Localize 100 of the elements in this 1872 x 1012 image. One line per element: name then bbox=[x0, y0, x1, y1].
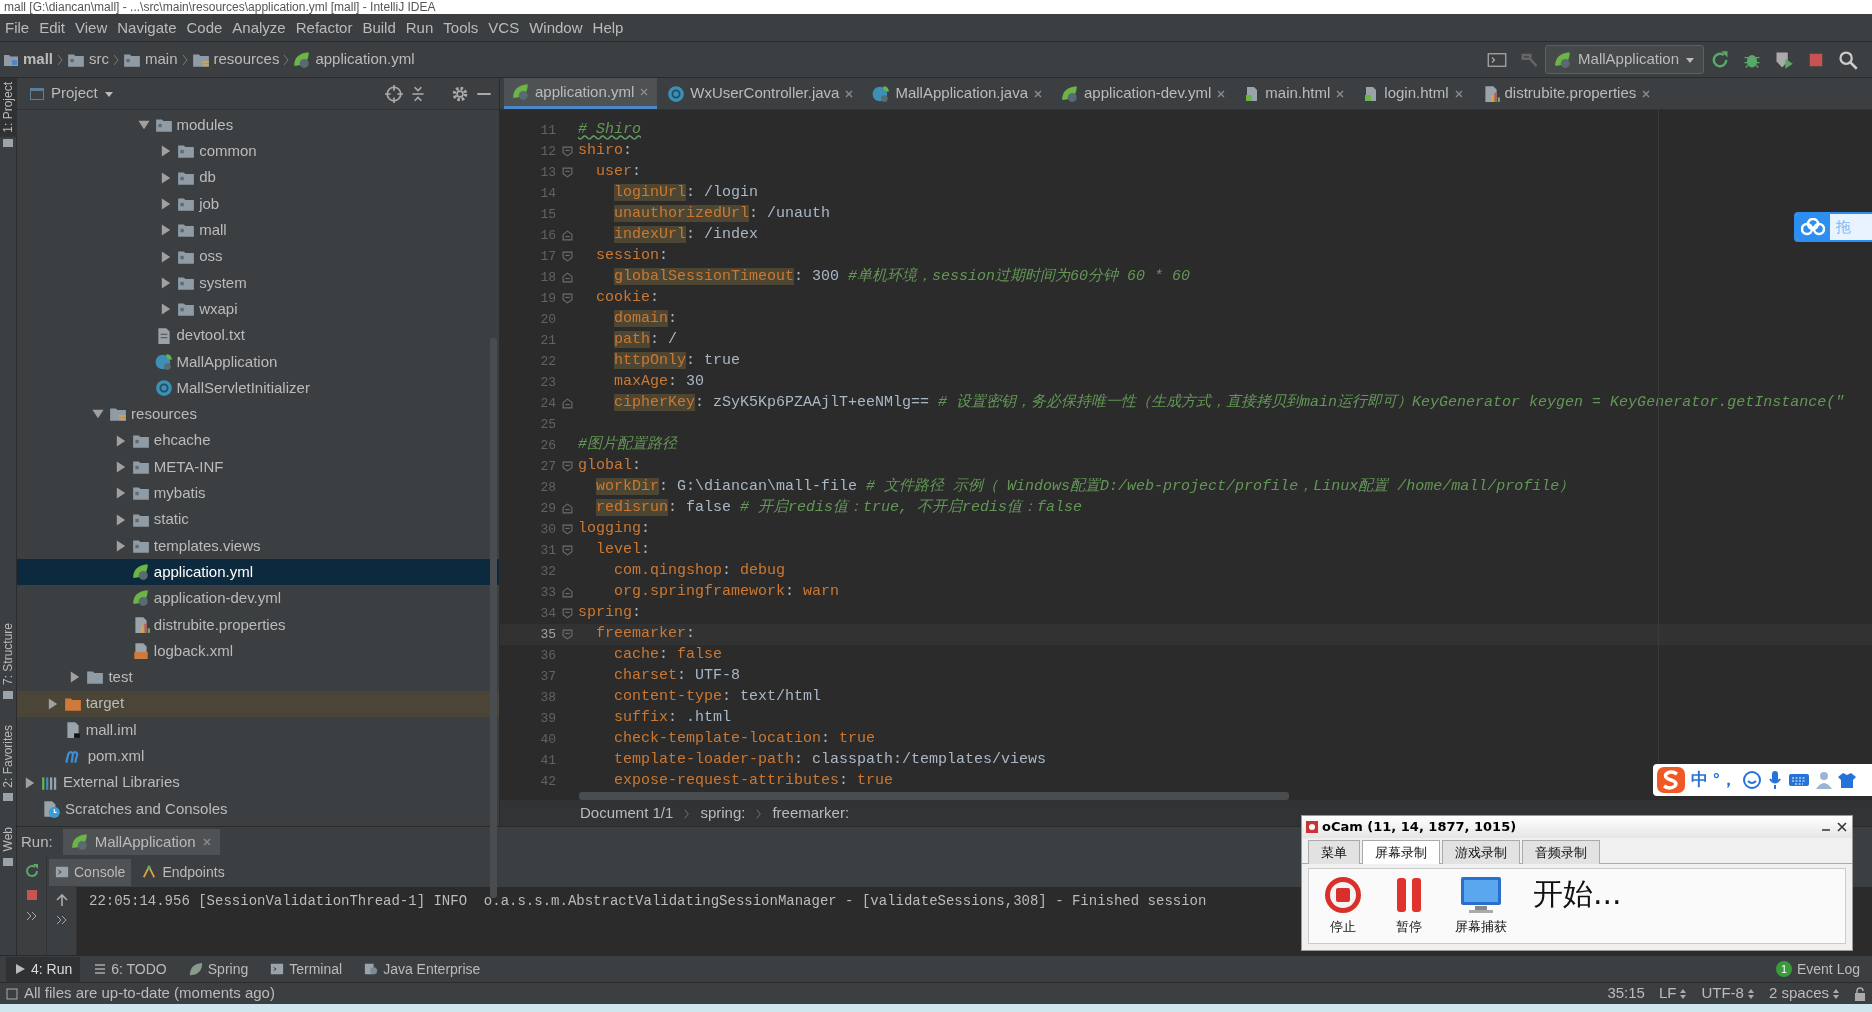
tree-item[interactable]: modules bbox=[17, 112, 499, 139]
fold-marker-icon[interactable] bbox=[561, 587, 573, 598]
lock-icon[interactable] bbox=[1854, 986, 1866, 1001]
run-config-dropdown[interactable]: MallApplication bbox=[1545, 45, 1704, 74]
collapse-icon[interactable] bbox=[409, 84, 427, 103]
event-log-button[interactable]: 1 Event Log bbox=[1769, 957, 1866, 981]
rerun-icon[interactable] bbox=[23, 863, 40, 879]
tool-window-tab[interactable]: Java Enterprise bbox=[356, 956, 489, 982]
menu-item[interactable]: Code bbox=[181, 14, 228, 41]
ime-toggle[interactable]: 中 bbox=[1691, 767, 1708, 793]
editor-tab[interactable]: MallApplication.java bbox=[864, 78, 1051, 109]
tree-item[interactable]: META-INF bbox=[17, 453, 499, 481]
menu-item[interactable]: Refactor bbox=[290, 14, 358, 41]
menu-item[interactable]: Analyze bbox=[227, 14, 291, 41]
record-button[interactable]: 暂停 bbox=[1389, 875, 1429, 937]
panel-icon[interactable] bbox=[2, 688, 14, 701]
fold-marker-icon[interactable] bbox=[561, 545, 573, 556]
shirt-icon[interactable] bbox=[1837, 771, 1856, 789]
breadcrumb-item[interactable]: src bbox=[64, 48, 112, 71]
crosshair-icon[interactable] bbox=[385, 84, 403, 103]
tool-window-tab[interactable]: 4: Run bbox=[6, 956, 81, 982]
fold-marker-icon[interactable] bbox=[561, 293, 573, 304]
tool-window-tab[interactable]: 6: TODO bbox=[86, 956, 175, 982]
up-arrow-icon[interactable] bbox=[54, 893, 69, 907]
menu-item[interactable]: Run bbox=[400, 14, 439, 41]
fold-marker-icon[interactable] bbox=[561, 272, 573, 283]
side-tab[interactable]: 7: Structure bbox=[0, 618, 17, 689]
tree-item[interactable]: job bbox=[17, 190, 499, 218]
tree-item[interactable]: resources bbox=[17, 401, 499, 428]
cursor-position[interactable]: 35:15 bbox=[1607, 982, 1645, 1005]
fold-marker-icon[interactable] bbox=[561, 167, 573, 178]
tree-item[interactable]: pom.xml bbox=[17, 743, 499, 770]
square-icon[interactable] bbox=[6, 987, 18, 1000]
tree-item[interactable]: mall.iml bbox=[17, 716, 499, 744]
fold-marker-icon[interactable] bbox=[561, 629, 573, 640]
encoding-selector[interactable]: UTF-8 bbox=[1701, 982, 1755, 1005]
fold-marker-icon[interactable] bbox=[561, 503, 573, 514]
panel-icon[interactable] bbox=[2, 855, 14, 868]
swoosh-logo-icon[interactable] bbox=[1656, 766, 1686, 794]
microphone-icon[interactable] bbox=[1766, 770, 1783, 790]
menu-item[interactable]: Window bbox=[524, 14, 588, 41]
breadcrumb-item[interactable]: main bbox=[120, 48, 181, 71]
editor-tab[interactable]: login.html bbox=[1355, 78, 1472, 109]
fold-marker-icon[interactable] bbox=[561, 461, 573, 472]
side-tab[interactable]: 2: Favorites bbox=[0, 720, 17, 792]
tree-item[interactable]: devtool.txt bbox=[17, 322, 499, 349]
tree-item[interactable]: mybatis bbox=[17, 480, 499, 507]
tree-item[interactable]: system bbox=[17, 269, 499, 297]
editor-tab[interactable]: main.html bbox=[1236, 78, 1354, 109]
tree-item[interactable]: wxapi bbox=[17, 296, 499, 323]
tree-item[interactable]: templates.views bbox=[17, 532, 499, 560]
menu-item[interactable]: Edit bbox=[34, 14, 71, 41]
search-icon[interactable] bbox=[1838, 49, 1858, 70]
tab[interactable]: 菜单 bbox=[1308, 839, 1360, 864]
indent-selector[interactable]: 2 spaces bbox=[1768, 982, 1840, 1005]
tree-item[interactable]: distrubite.properties bbox=[17, 611, 499, 638]
tab[interactable]: 音频录制 bbox=[1522, 839, 1600, 864]
smiley-icon[interactable] bbox=[1741, 770, 1762, 790]
menu-item[interactable]: View bbox=[70, 14, 113, 41]
editor-tab[interactable]: application.yml bbox=[504, 78, 658, 109]
breadcrumb-item[interactable]: freemarker: bbox=[772, 802, 850, 825]
menu-item[interactable]: Tools bbox=[438, 14, 484, 41]
fold-marker-icon[interactable] bbox=[561, 524, 573, 535]
tree-item[interactable]: External Libraries bbox=[17, 769, 499, 796]
line-separator-selector[interactable]: LF bbox=[1658, 982, 1688, 1005]
breadcrumb-item[interactable]: Document 1/1 bbox=[580, 802, 674, 825]
tree-item[interactable]: target bbox=[17, 690, 499, 717]
tool-window-tab[interactable]: Spring bbox=[180, 956, 257, 982]
tree-item[interactable]: ehcache bbox=[17, 427, 499, 454]
fold-marker-icon[interactable] bbox=[561, 398, 573, 409]
console-tab[interactable]: Endpoints bbox=[135, 858, 231, 886]
fold-marker-icon[interactable] bbox=[561, 251, 573, 262]
editor-tab[interactable]: distrubite.properties bbox=[1473, 78, 1660, 109]
panel-icon[interactable] bbox=[2, 791, 14, 804]
tree-item[interactable]: static bbox=[17, 506, 499, 533]
breadcrumb-item[interactable]: spring: bbox=[700, 802, 746, 825]
tree-item[interactable]: mall bbox=[17, 217, 499, 244]
editor-tab[interactable]: WxUserController.java bbox=[659, 78, 863, 109]
breadcrumb-item[interactable]: resources bbox=[188, 48, 283, 71]
settings-icon[interactable] bbox=[451, 84, 469, 103]
tool-window-tab[interactable]: Terminal bbox=[262, 956, 351, 982]
rerun-icon[interactable] bbox=[1710, 49, 1730, 70]
scrollbar[interactable] bbox=[579, 792, 1289, 800]
breadcrumb-item[interactable]: mall bbox=[0, 48, 56, 71]
chevrons-icon[interactable] bbox=[55, 915, 68, 925]
menu-item[interactable]: VCS bbox=[483, 14, 525, 41]
panel-icon[interactable] bbox=[2, 136, 14, 149]
tree-item[interactable]: db bbox=[17, 164, 499, 191]
record-button[interactable]: 屏幕捕获 bbox=[1455, 875, 1507, 937]
close-icon[interactable] bbox=[1836, 821, 1848, 833]
editor-tab[interactable]: application-dev.yml bbox=[1053, 78, 1235, 109]
side-tab[interactable]: 1: Project bbox=[0, 78, 17, 137]
side-tab[interactable]: Web bbox=[0, 823, 17, 856]
tree-item[interactable]: test bbox=[17, 664, 499, 691]
tree-item[interactable]: oss bbox=[17, 243, 499, 270]
chevrons-icon[interactable] bbox=[25, 911, 38, 921]
console-tab[interactable]: Console bbox=[49, 858, 132, 886]
person-icon[interactable] bbox=[1814, 771, 1833, 789]
tab[interactable]: 屏幕录制 bbox=[1362, 839, 1440, 864]
run-tab[interactable]: MallApplication bbox=[62, 828, 220, 856]
